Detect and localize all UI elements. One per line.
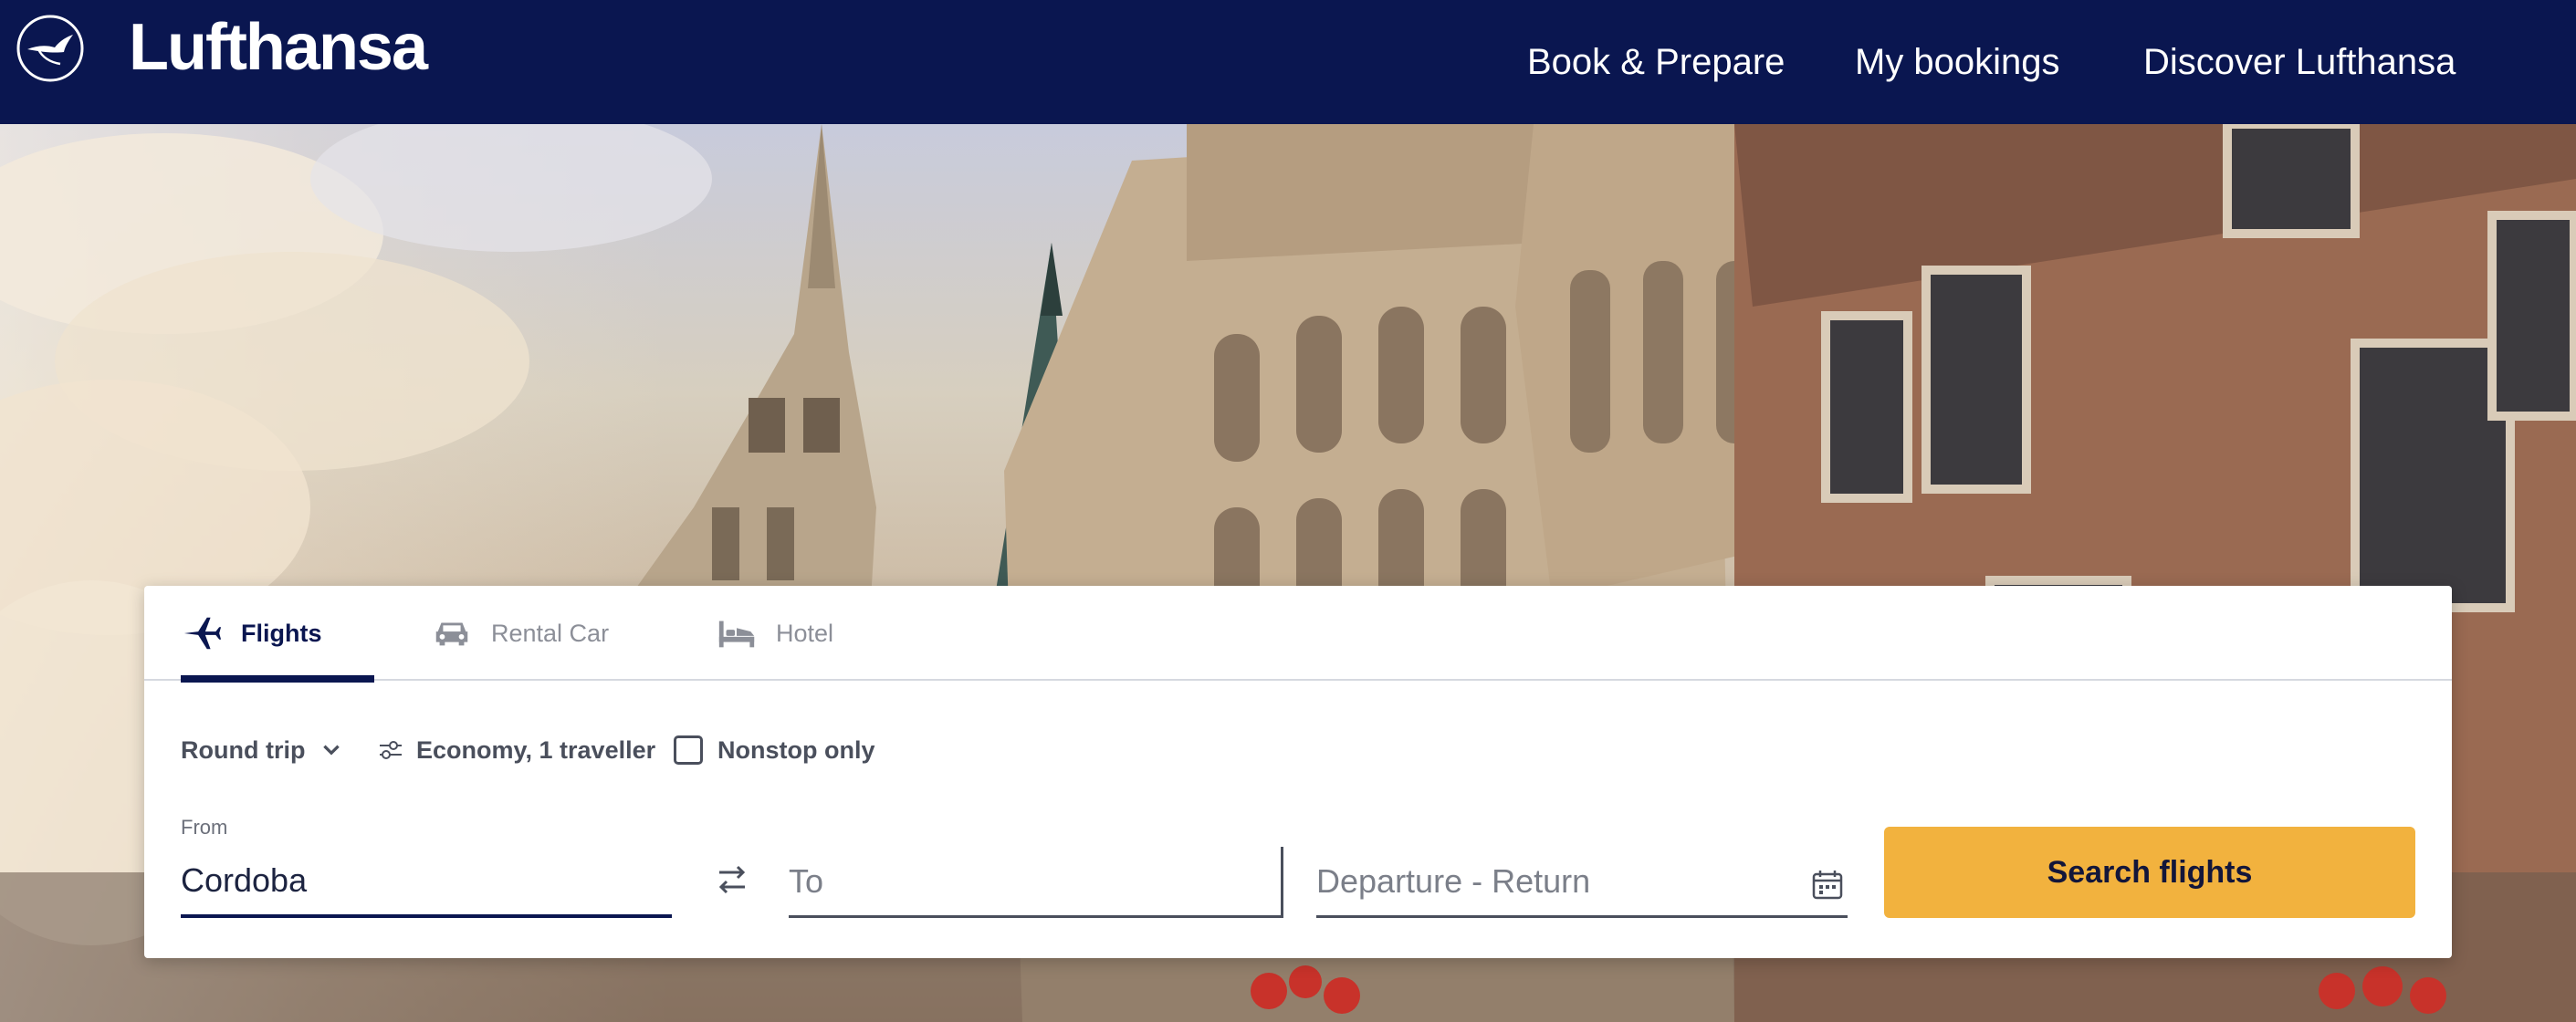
trip-type-value: Round trip <box>181 735 306 764</box>
tab-hotel-label: Hotel <box>776 619 834 647</box>
from-field-wrapper <box>181 847 672 918</box>
cabin-travellers-selector[interactable]: Economy, 1 traveller <box>378 723 655 777</box>
booking-tabs: Flights Rental Car Hotel <box>144 586 2452 683</box>
nonstop-label: Nonstop only <box>717 735 875 764</box>
tab-rental-car[interactable]: Rental Car <box>431 586 668 681</box>
car-icon <box>435 622 468 646</box>
dates-field-wrapper <box>1316 847 1848 918</box>
nonstop-only-option[interactable]: Nonstop only <box>674 723 874 777</box>
airplane-icon <box>183 617 222 650</box>
flight-search-panel: Flights Rental Car Hotel Round trip Econ… <box>144 586 2452 958</box>
lufthansa-crane-icon[interactable] <box>15 13 86 84</box>
to-field-wrapper <box>789 847 1283 918</box>
bed-icon <box>718 620 755 648</box>
tab-hotel[interactable]: Hotel <box>716 586 880 681</box>
brand-wordmark[interactable]: Lufthansa <box>129 4 428 91</box>
sliders-icon <box>380 741 402 759</box>
from-label: From <box>181 816 228 839</box>
tab-rental-car-label: Rental Car <box>491 619 610 647</box>
tab-flights-label: Flights <box>241 619 322 647</box>
calendar-icon[interactable] <box>1811 869 1844 902</box>
top-nav-bar: Lufthansa Book & Prepare My bookings Dis… <box>0 0 2576 124</box>
swap-direction-icon[interactable] <box>712 860 752 900</box>
nav-my-bookings[interactable]: My bookings <box>1855 36 2060 88</box>
cabin-travellers-value: Economy, 1 traveller <box>416 735 656 764</box>
to-input[interactable] <box>789 861 1281 901</box>
nav-discover-lufthansa[interactable]: Discover Lufthansa <box>2143 36 2456 88</box>
chevron-down-icon <box>323 745 340 756</box>
search-flights-button[interactable]: Search flights <box>1884 827 2415 918</box>
from-input[interactable] <box>181 861 672 900</box>
trip-type-dropdown[interactable]: Round trip <box>181 723 343 777</box>
nonstop-checkbox[interactable] <box>674 735 703 765</box>
departure-return-input[interactable] <box>1316 861 1848 901</box>
nav-book-prepare[interactable]: Book & Prepare <box>1527 36 1785 88</box>
